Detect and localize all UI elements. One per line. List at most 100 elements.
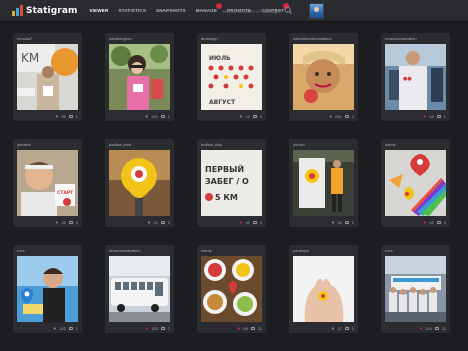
card-username[interactable]: paulimya [293,248,309,253]
heart-icon[interactable]: ♥ [424,220,427,225]
photo-card[interactable]: buffalo_billy ПЕРВЫЙ ЗАБЕГ / О 5 КМ ♥ 49 0 [197,139,266,227]
comment-icon[interactable] [436,115,441,118]
comment-icon[interactable] [160,115,165,118]
nav-snapshots[interactable]: SNAPSHOTS [156,0,186,22]
card-username[interactable]: danilbergeev [109,36,132,41]
photo-thumbnail[interactable] [293,256,354,322]
heart-icon[interactable]: ♥ [56,114,59,119]
card-username[interactable]: runc [385,248,393,253]
app-name: Statigram [26,5,78,16]
photo-thumbnail[interactable] [109,44,170,110]
heart-icon[interactable]: ♥ [332,326,335,331]
photo-thumbnail[interactable] [293,150,354,216]
nav-manage[interactable]: MANAGE [196,0,223,22]
card-stats: ♥ 63 0 [424,220,446,225]
search-icon[interactable] [284,6,293,15]
card-username[interactable]: mucala7 [17,36,32,41]
photo-card[interactable]: yurdelis СТАРТ ♥ 15 0 [13,139,82,227]
photo-card[interactable]: artdesign ИЮЛЬ АВГУСТ ♥ 12 0 [197,33,266,121]
card-username[interactable]: pavlika_smit [109,142,131,147]
card-username[interactable]: artdesign [201,36,217,41]
photo-card[interactable]: loemy ♥ 69 11 [197,245,266,333]
photo-thumbnail[interactable] [109,150,170,216]
comment-count: 0 [75,220,78,225]
card-stats: ♥ 17 0 [332,326,354,331]
card-username[interactable]: nakedheartfoundation [293,36,332,41]
heart-icon[interactable]: ♥ [329,114,332,119]
card-stats: ♥ 102 1 [53,326,78,331]
card-username[interactable]: loemy [385,142,396,147]
photo-thumbnail[interactable]: ИЮЛЬ АВГУСТ [201,44,262,110]
heart-icon[interactable]: ♥ [145,326,148,331]
photo-card[interactable]: moscowmarathon ♥ 133 7 [105,245,174,333]
heart-icon[interactable]: ♥ [419,326,422,331]
heart-icon[interactable]: ♥ [53,326,56,331]
heart-icon[interactable]: ♥ [148,220,151,225]
card-stats: ♥ 69 11 [238,326,262,331]
comment-icon[interactable] [160,221,165,224]
card-username[interactable]: yurdelis [17,142,31,147]
photo-card[interactable]: moscowmarathon ●● ♥ 63 1 [381,33,450,121]
photo-thumbnail[interactable]: ПЕРВЫЙ ЗАБЕГ / О 5 КМ [201,150,262,216]
heart-icon[interactable]: ♥ [424,114,427,119]
heart-icon[interactable]: ♥ [332,220,335,225]
photo-card[interactable]: paulimya ♥ 17 0 [289,245,358,333]
card-username[interactable]: buffalo_billy [201,142,222,147]
photo-card[interactable]: pavlika_smit ♥ 12 0 [105,139,174,227]
comment-count: 1 [443,114,446,119]
card-username[interactable]: moscowmarathon [385,36,417,41]
photo-thumbnail[interactable] [385,150,446,216]
like-count: 17 [337,326,342,331]
photo-card[interactable]: mucala7 KM ♥ 95 1 [13,33,82,121]
svg-text:KM: KM [21,51,39,65]
photo-thumbnail[interactable]: СТАРТ [17,150,78,216]
photo-thumbnail[interactable] [109,256,170,322]
comment-icon[interactable] [68,115,73,118]
user-avatar[interactable] [309,3,324,19]
heart-icon[interactable]: ♥ [56,220,59,225]
comment-count: 0 [443,220,446,225]
photo-thumbnail[interactable] [385,256,446,322]
photo-thumbnail[interactable] [201,256,262,322]
comment-icon[interactable] [344,327,349,330]
comment-icon[interactable] [434,327,439,330]
comment-icon[interactable] [68,327,73,330]
heart-icon[interactable]: ♥ [240,220,243,225]
card-username[interactable]: moscowmarathon [109,248,141,253]
comment-count: 2 [351,114,354,119]
poster-line-1: ПЕРВЫЙ [205,163,244,174]
photo-card[interactable]: runc ♥ 140 11 [381,245,450,333]
comment-icon[interactable] [250,327,255,330]
photo-card[interactable]: danilbergeev ♥ 139 1 [105,33,174,121]
heart-icon[interactable]: ♥ [145,114,148,119]
search-input[interactable] [222,6,284,16]
photo-thumbnail[interactable]: ●● [385,44,446,110]
photo-card[interactable]: nakedheartfoundation ♥ 250 2 [289,33,358,121]
comment-icon[interactable] [436,221,441,224]
comment-icon[interactable] [68,221,73,224]
bar-chart-logo-icon [12,5,23,16]
comment-icon[interactable] [344,221,349,224]
photo-card[interactable]: loemy ♥ 63 0 [381,139,450,227]
photo-card[interactable]: runc ♥ 102 1 [13,245,82,333]
app-logo[interactable]: Statigram [12,0,77,22]
heart-icon[interactable]: ♥ [240,114,243,119]
photo-thumbnail[interactable]: KM [17,44,78,110]
comment-icon[interactable] [252,115,257,118]
comment-count: 0 [259,220,262,225]
comment-count: 7 [167,326,170,331]
card-username[interactable]: yoovid [293,142,305,147]
nav-viewer[interactable]: VIEWER [89,0,108,22]
comment-icon[interactable] [252,221,257,224]
photo-card[interactable]: yoovid ♥ 36 1 [289,139,358,227]
comment-icon[interactable] [160,327,165,330]
nav-statistics[interactable]: STATISTICS [118,0,146,22]
nav-viewer-label: VIEWER [89,7,109,13]
photo-thumbnail[interactable] [17,256,78,322]
photo-thumbnail[interactable] [293,44,354,110]
heart-icon[interactable]: ♥ [238,326,241,331]
comment-count: 1 [167,114,170,119]
card-username[interactable]: loemy [201,248,212,253]
comment-icon[interactable] [344,115,349,118]
card-username[interactable]: runc [17,248,25,253]
